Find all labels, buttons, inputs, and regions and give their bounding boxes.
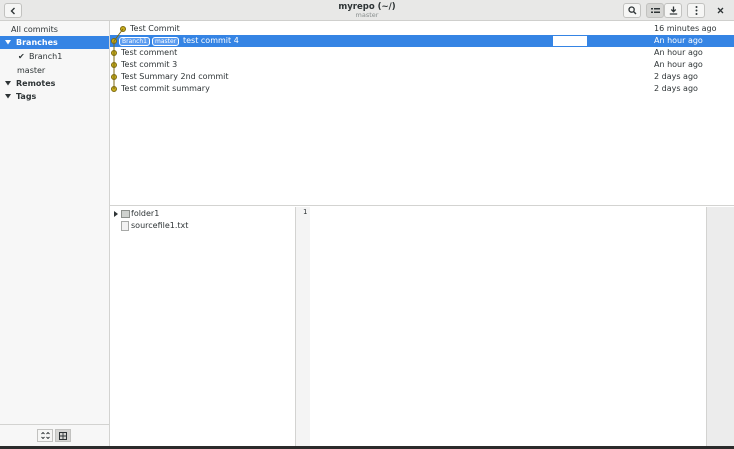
commit-date: An hour ago: [654, 48, 703, 57]
commit-message: Test commit summary: [121, 84, 210, 93]
commit-date: An hour ago: [654, 60, 703, 69]
expand-arrows-icon: [40, 432, 50, 439]
commit-row[interactable]: Test comment An hour ago: [110, 47, 734, 59]
grid-icon: [59, 431, 67, 440]
expander-down-icon: [5, 94, 11, 99]
list-view-button[interactable]: [646, 3, 664, 18]
sidebar-item-branches[interactable]: Branches: [0, 36, 109, 49]
file-tree: folder1 sourcefile1.txt: [110, 207, 296, 446]
sidebar-item-label: All commits: [11, 25, 58, 34]
sidebar-item-remotes[interactable]: Remotes: [0, 77, 109, 90]
commit-message: test commit 4: [183, 36, 239, 45]
commit-message: Test Commit: [130, 24, 180, 33]
folder-icon: [121, 210, 130, 218]
commit-date: An hour ago: [654, 36, 703, 45]
minimap[interactable]: [706, 207, 734, 446]
expander-right-icon: [114, 211, 118, 217]
file-icon: [121, 221, 129, 231]
kebab-menu-icon: [695, 6, 697, 15]
commit-date: 16 minutes ago: [654, 24, 717, 33]
menu-button[interactable]: [687, 3, 705, 18]
expander-down-icon: [5, 81, 11, 86]
commit-date: 2 days ago: [654, 84, 698, 93]
tree-item-file[interactable]: sourcefile1.txt: [110, 220, 296, 232]
commit-row[interactable]: Test commit summary 2 days ago: [110, 83, 734, 95]
commit-row[interactable]: Test commit 3 An hour ago: [110, 59, 734, 71]
file-content-viewer[interactable]: 1: [296, 207, 706, 446]
download-icon: [669, 6, 677, 15]
branch-name: master: [17, 66, 46, 75]
line-number: 1: [303, 208, 308, 216]
grid-view-toggle[interactable]: [55, 429, 71, 442]
search-button[interactable]: [623, 3, 641, 18]
sidebar-item-all-commits[interactable]: All commits: [0, 23, 109, 36]
commit-list: Test Commit 16 minutes ago Branch1 maste…: [110, 21, 734, 206]
sidebar-footer: [0, 424, 109, 446]
commit-row[interactable]: Test Commit 16 minutes ago: [110, 23, 734, 35]
tree-item-folder[interactable]: folder1: [110, 208, 296, 220]
sidebar-item-label: Tags: [16, 92, 37, 101]
close-icon: [717, 7, 724, 14]
line-number-gutter: 1: [296, 207, 310, 446]
search-icon: [627, 6, 636, 15]
expander-down-icon: [5, 40, 11, 45]
sidebar-item-master[interactable]: master: [0, 64, 109, 77]
branch-name: Branch1: [29, 52, 63, 61]
close-button[interactable]: [713, 3, 728, 18]
tree-item-label: sourcefile1.txt: [131, 221, 189, 230]
tree-item-label: folder1: [131, 209, 160, 218]
redacted-block: [553, 36, 587, 46]
sidebar: All commits Branches ✔ Branch1 master Re…: [0, 21, 110, 446]
commit-row[interactable]: Branch1 master test commit 4 An hour ago: [110, 35, 734, 47]
check-icon: ✔: [18, 52, 25, 61]
commit-graph-lines: [113, 28, 124, 89]
list-view-icon: [650, 7, 660, 13]
sidebar-item-label: Remotes: [16, 79, 56, 88]
commit-date: 2 days ago: [654, 72, 698, 81]
expand-collapse-toggle[interactable]: [37, 429, 53, 442]
sidebar-item-label: Branches: [16, 38, 58, 47]
sidebar-item-tags[interactable]: Tags: [0, 90, 109, 103]
download-button[interactable]: [664, 3, 682, 18]
header-bar: myrepo (~/) master: [0, 0, 734, 21]
branch-badge: master: [152, 36, 180, 46]
commit-row[interactable]: Test Summary 2nd commit 2 days ago: [110, 71, 734, 83]
commit-message: Test Summary 2nd commit: [121, 72, 229, 81]
sidebar-item-branch1[interactable]: ✔ Branch1: [0, 50, 109, 63]
